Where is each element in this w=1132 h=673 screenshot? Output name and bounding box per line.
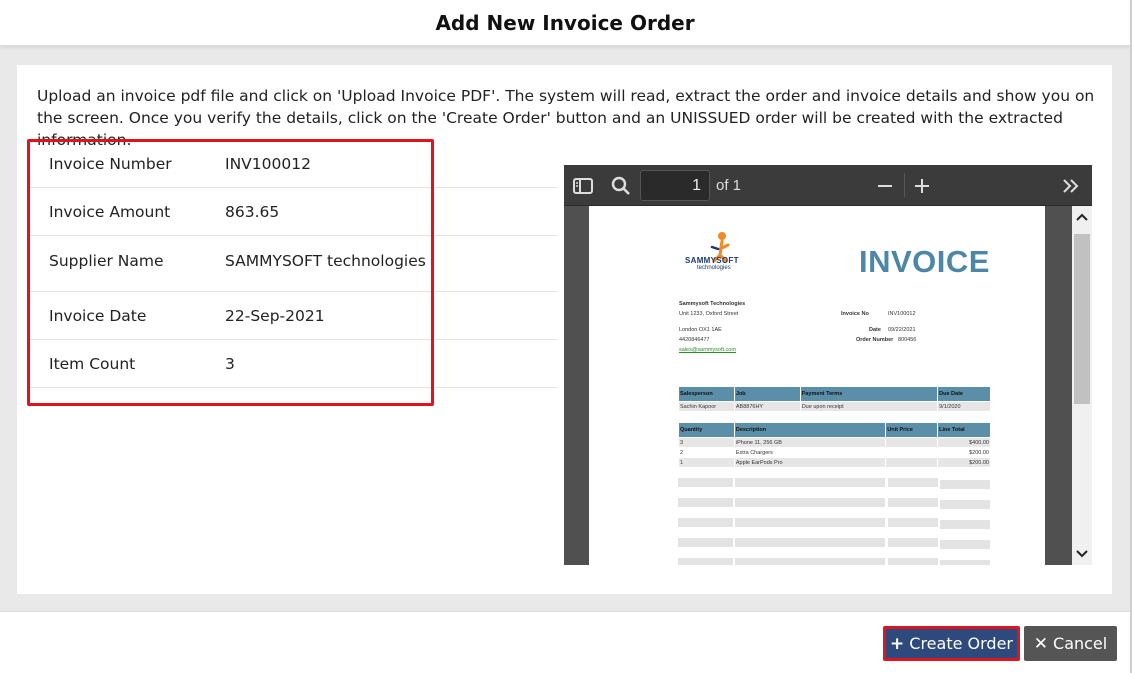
detail-value: 22-Sep-2021: [225, 306, 325, 325]
pdf-viewer[interactable]: of 1 SAMMYSOFT technologies INV: [564, 165, 1092, 565]
create-order-button[interactable]: + Create Order: [883, 626, 1020, 661]
toolbar-divider: [904, 173, 905, 197]
minus-icon[interactable]: [874, 175, 896, 197]
invoice-heading: INVOICE: [859, 244, 990, 279]
detail-row-invoice-date: Invoice Date 22-Sep-2021: [27, 292, 557, 340]
scroll-down-icon[interactable]: [1072, 545, 1092, 563]
table-header: Salesperson: [678, 386, 735, 402]
detail-value: 863.65: [225, 202, 280, 221]
table-header: Description: [733, 422, 887, 438]
table-header: Job: [733, 386, 801, 402]
detail-label: Invoice Date: [49, 306, 147, 325]
table-cell: 2: [678, 447, 735, 458]
close-icon: ✕: [1033, 633, 1049, 654]
plus-icon: +: [890, 633, 905, 654]
pdf-scrollbar[interactable]: [1072, 206, 1092, 565]
detail-label: Item Count: [49, 354, 136, 373]
dialog-header: Add New Invoice Order: [0, 0, 1130, 46]
table-cell: Due upon receipt: [799, 401, 939, 412]
invoice-details-list: Invoice Number INV100012 Invoice Amount …: [27, 140, 557, 388]
sidebar-toggle-icon[interactable]: [572, 175, 594, 197]
table-cell: [885, 457, 939, 468]
table-header: Due Date: [937, 386, 991, 402]
pdf-toolbar: of 1: [564, 165, 1092, 206]
detail-value: INV100012: [225, 154, 311, 173]
line-items-table: Quantity Description Unit Price Line Tot…: [678, 422, 991, 468]
table-cell: 9/1/2020: [937, 401, 991, 412]
order-number-value: 800456: [898, 337, 917, 343]
detail-label: Supplier Name: [49, 251, 164, 270]
table-cell: AB8876HY: [733, 401, 801, 412]
table-row: 1 Apple EarPods Pro $200.00: [678, 457, 991, 468]
company-email: sales@sammysoft.com: [679, 347, 736, 353]
detail-label: Invoice Amount: [49, 202, 171, 221]
create-order-label: Create Order: [909, 634, 1013, 653]
detail-row-invoice-number: Invoice Number INV100012: [27, 140, 557, 188]
table-row: 3 iPhone 11, 256 GB $400.00: [678, 437, 991, 448]
detail-row-invoice-amount: Invoice Amount 863.65: [27, 188, 557, 236]
pdf-page: SAMMYSOFT technologies INVOICE Sammysoft…: [589, 206, 1045, 565]
table-cell: Extra Chargers: [733, 447, 887, 458]
logo-wordmark: SAMMYSOFT: [685, 256, 739, 265]
sales-info-table: Salesperson Job Payment Terms Due Date S…: [678, 386, 991, 412]
detail-label: Invoice Number: [49, 154, 172, 173]
scroll-up-icon[interactable]: [1072, 208, 1092, 226]
table-cell: [885, 447, 939, 458]
table-cell: 1: [678, 457, 735, 468]
table-cell: [885, 437, 939, 448]
detail-row-item-count: Item Count 3: [27, 340, 557, 388]
cancel-label: Cancel: [1053, 634, 1108, 653]
detail-value: 3: [225, 354, 235, 373]
table-cell: Apple EarPods Pro: [733, 457, 887, 468]
company-address-line2: London OX1 1AE: [679, 327, 722, 333]
logo-subtext: technologies: [697, 265, 731, 271]
table-header-row: Quantity Description Unit Price Line Tot…: [678, 422, 991, 438]
double-chevron-right-icon[interactable]: [1060, 175, 1082, 197]
order-number-label: Order Number: [856, 337, 894, 343]
page-number-input[interactable]: [640, 170, 710, 201]
invoice-date-label: Date: [869, 327, 881, 333]
pdf-document-area: SAMMYSOFT technologies INVOICE Sammysoft…: [564, 206, 1072, 565]
plus-icon[interactable]: [911, 175, 933, 197]
table-header: Unit Price: [885, 422, 939, 438]
detail-value: SAMMYSOFT technologies: [225, 251, 426, 270]
table-header: Payment Terms: [799, 386, 939, 402]
company-phone: 4420846477: [679, 337, 710, 343]
table-header: Line Total: [937, 422, 991, 438]
table-cell: Sachin Kapoor: [678, 401, 735, 412]
cancel-button[interactable]: ✕ Cancel: [1024, 626, 1117, 661]
table-cell: $400.00: [937, 437, 991, 448]
table-row: 2 Extra Chargers $200.00: [678, 447, 991, 458]
table-row: Sachin Kapoor AB8876HY Due upon receipt …: [678, 401, 991, 412]
scrollbar-thumb[interactable]: [1074, 234, 1090, 404]
table-cell: 3: [678, 437, 735, 448]
table-cell: iPhone 11, 256 GB: [733, 437, 887, 448]
table-cell: $200.00: [937, 447, 991, 458]
company-name: Sammysoft Technologies: [679, 301, 746, 307]
invoice-date-value: 09/22/2021: [888, 327, 916, 333]
table-header-row: Salesperson Job Payment Terms Due Date: [678, 386, 991, 402]
table-cell: $200.00: [937, 457, 991, 468]
invoice-no-value: INV100012: [888, 311, 916, 317]
dialog-footer: + Create Order ✕ Cancel: [0, 611, 1130, 673]
table-header: Quantity: [678, 422, 735, 438]
company-address-line1: Unit 1233, Oxford Street: [679, 311, 739, 317]
invoice-no-label: Invoice No: [841, 311, 869, 317]
detail-row-supplier-name: Supplier Name SAMMYSOFT technologies: [27, 236, 557, 292]
dialog-body: Upload an invoice pdf file and click on …: [17, 65, 1112, 594]
page-count-text: of 1: [716, 177, 742, 194]
search-icon[interactable]: [610, 175, 632, 197]
dialog-title: Add New Invoice Order: [435, 10, 695, 35]
